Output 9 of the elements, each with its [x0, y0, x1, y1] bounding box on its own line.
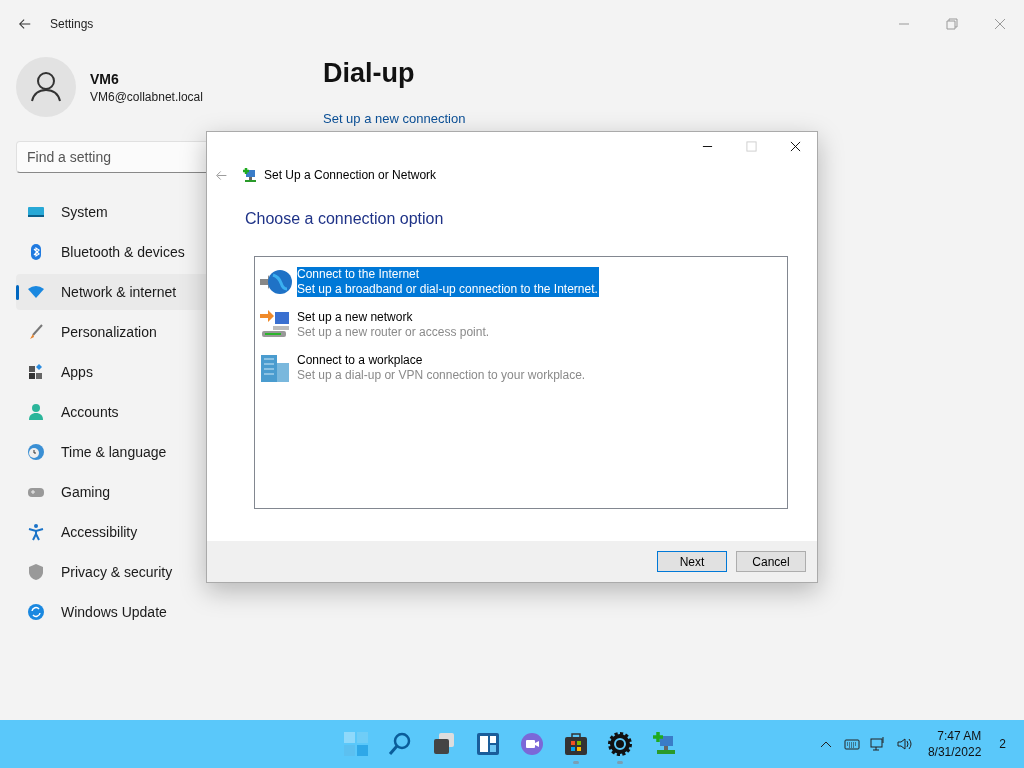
option-description: Set up a new router or access point. — [297, 325, 490, 340]
option-description: Set up a dial-up or VPN connection to your workplace. — [297, 368, 586, 383]
user-name: VM6 — [90, 70, 120, 87]
user-email: VM6@collabnet.local — [90, 89, 203, 104]
window-title: Settings — [50, 17, 94, 31]
option-title: Set up a new network — [297, 310, 414, 325]
page-title: Dial-up — [323, 58, 416, 89]
dialog-heading: Choose a connection option — [245, 210, 445, 228]
option-title: Connect to a workplace — [297, 353, 424, 368]
